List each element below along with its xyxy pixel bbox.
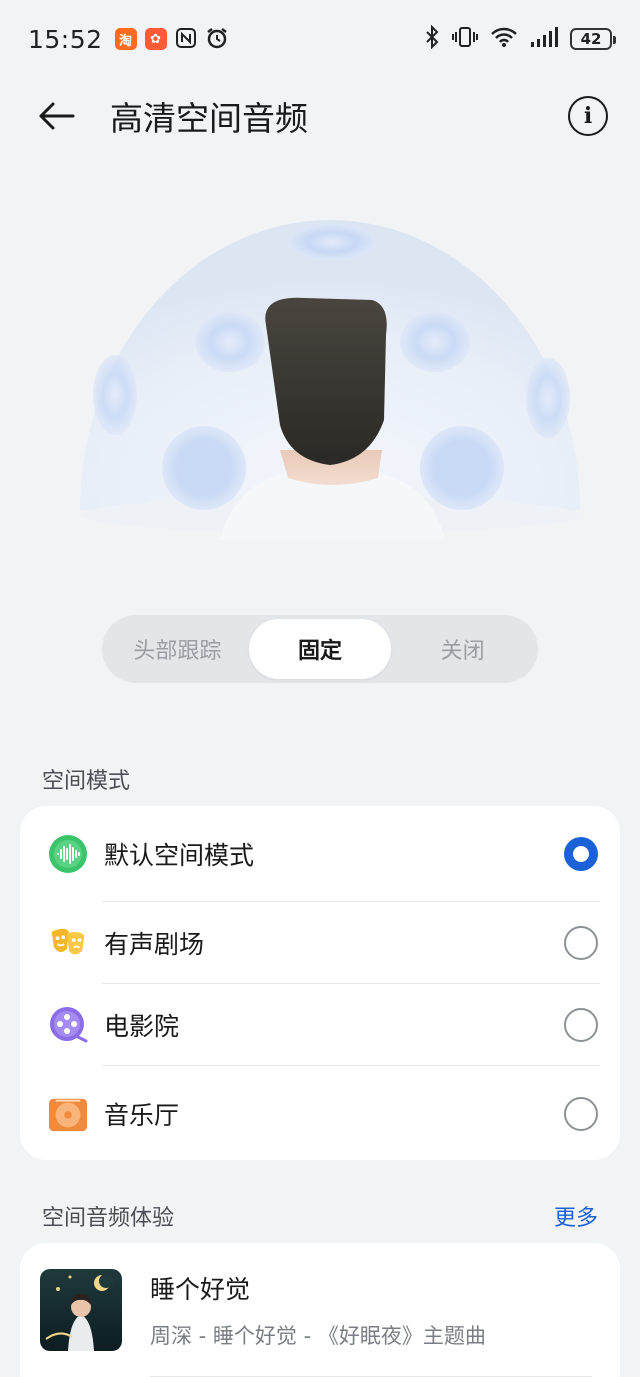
- radio-default-selected[interactable]: [564, 837, 598, 871]
- speaker-top: [288, 224, 376, 260]
- speaker-upper-right: [400, 312, 470, 372]
- track-text: 睡个好觉 周深 - 睡个好觉 - 《好眠夜》主题曲: [150, 1270, 486, 1350]
- spatial-mode-card: 默认空间模式 有声剧场 电影院 音乐厅: [20, 806, 620, 1160]
- alarm-icon: [205, 26, 229, 53]
- head-tracking-segmented-control: 头部跟踪 固定 关闭: [102, 615, 538, 683]
- experience-card: 睡个好觉 周深 - 睡个好觉 - 《好眠夜》主题曲: [20, 1243, 620, 1377]
- track-title: 睡个好觉: [150, 1275, 251, 1304]
- arrow-left-icon: [39, 102, 75, 130]
- record-disc-icon: [48, 1094, 88, 1134]
- track-row[interactable]: 睡个好觉 周深 - 睡个好觉 - 《好眠夜》主题曲: [20, 1243, 620, 1377]
- speaker-far-right: [526, 358, 570, 438]
- mode-row-theater[interactable]: 有声剧场: [20, 902, 620, 984]
- radio-cinema[interactable]: [564, 1008, 598, 1042]
- status-right-icons: 42: [424, 24, 616, 53]
- radio-theater[interactable]: [564, 926, 598, 960]
- status-bar: 15:52 淘 ✿ 42: [0, 0, 640, 78]
- track-subtitle: 周深 - 睡个好觉 - 《好眠夜》主题曲: [150, 1324, 486, 1348]
- spatial-audio-illustration: [70, 210, 590, 540]
- speaker-lower-right-core: [436, 442, 488, 494]
- radio-concert-hall[interactable]: [564, 1097, 598, 1131]
- status-time: 15:52: [28, 24, 103, 54]
- speaker-upper-left: [195, 312, 265, 372]
- page-title: 高清空间音频: [110, 99, 308, 138]
- segment-head-tracking[interactable]: 头部跟踪: [106, 619, 249, 679]
- vibrate-icon: [452, 25, 478, 53]
- mode-row-default[interactable]: 默认空间模式: [20, 806, 620, 902]
- mode-label-default: 默认空间模式: [104, 841, 255, 870]
- battery-icon: 42: [570, 28, 616, 50]
- mode-row-concert-hall[interactable]: 音乐厅: [20, 1066, 620, 1162]
- more-link[interactable]: 更多: [554, 1200, 598, 1232]
- speaker-far-left: [93, 355, 137, 435]
- mode-label-cinema: 电影院: [104, 1012, 180, 1041]
- mode-label-theater: 有声剧场: [104, 930, 205, 959]
- segment-off[interactable]: 关闭: [391, 619, 534, 679]
- taobao-icon: 淘: [114, 28, 137, 50]
- nfc-icon: [175, 27, 197, 52]
- segment-fixed[interactable]: 固定: [248, 619, 392, 679]
- info-button[interactable]: i: [568, 96, 608, 136]
- film-reel-icon: [48, 1005, 88, 1045]
- info-icon: i: [583, 103, 593, 129]
- mode-label-concert-hall: 音乐厅: [104, 1101, 180, 1130]
- waveform-icon: [48, 834, 88, 874]
- speaker-lower-left-core: [178, 442, 230, 494]
- back-button[interactable]: [32, 92, 80, 140]
- album-cover: [40, 1269, 122, 1351]
- spatial-mode-section-title: 空间模式: [42, 769, 131, 794]
- signal-icon: [530, 26, 558, 52]
- status-left-icons: 淘 ✿: [114, 26, 229, 53]
- bluetooth-icon: [424, 24, 440, 53]
- wifi-icon: [490, 26, 518, 52]
- mode-row-cinema[interactable]: 电影院: [20, 984, 620, 1066]
- app-header: 高清空间音频 i: [0, 78, 640, 154]
- app-icon: ✿: [144, 28, 167, 50]
- experience-section-title: 空间音频体验: [42, 1206, 175, 1231]
- theater-mask-icon: [48, 923, 88, 963]
